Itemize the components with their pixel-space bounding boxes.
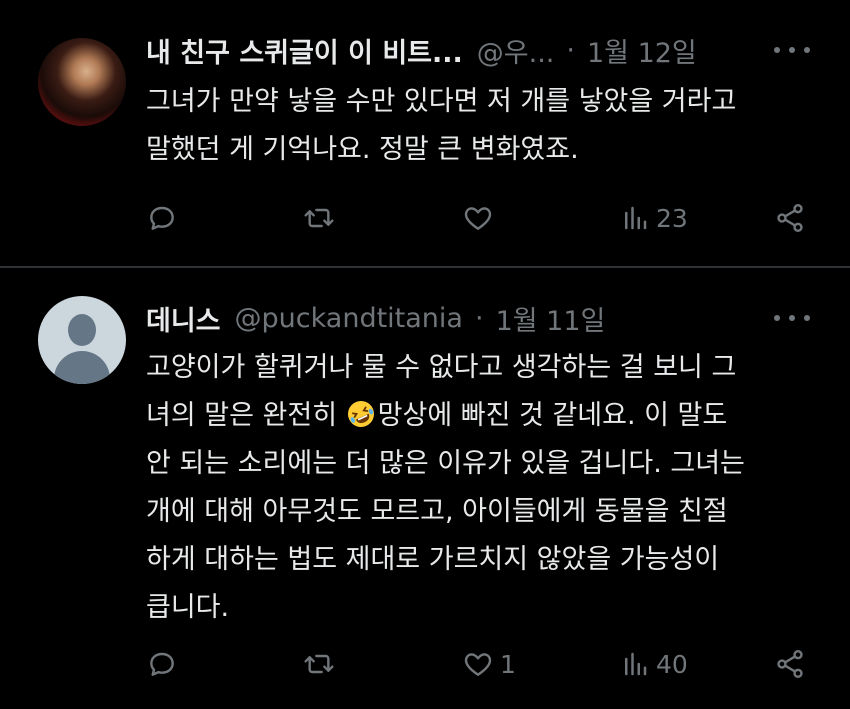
like-icon xyxy=(464,653,492,676)
reply-button[interactable] xyxy=(146,644,184,684)
rolling-on-floor-laughing-emoji xyxy=(347,401,374,427)
views-icon xyxy=(625,652,647,676)
share-icon xyxy=(777,650,803,678)
retweet-icon xyxy=(304,654,334,674)
tweet-actions: 1 40 xyxy=(146,644,814,684)
tweet-date[interactable]: 1월 11일 xyxy=(496,299,606,338)
display-name[interactable]: 데니스 xyxy=(146,299,221,338)
retweet-button[interactable] xyxy=(302,644,342,684)
views-count: 40 xyxy=(656,649,688,679)
tweet[interactable]: 데니스 @puckandtitania · 1월 11일 고양이가 할퀴거나 물… xyxy=(0,0,850,679)
like-button[interactable]: 1 xyxy=(462,644,516,684)
views-button[interactable]: 40 xyxy=(620,644,688,684)
like-count: 1 xyxy=(500,649,516,679)
share-button[interactable] xyxy=(774,644,806,684)
avatar[interactable] xyxy=(38,296,126,384)
tweet-text-part2: 망상에 빠진 것 같네요. 이 말도 안 되는 소리에는 더 많은 이유가 있을… xyxy=(146,400,745,623)
tweet-header: 데니스 @puckandtitania · 1월 11일 xyxy=(146,298,810,338)
more-icon[interactable] xyxy=(774,304,810,332)
reply-icon xyxy=(150,652,174,676)
tweet-text: 고양이가 할퀴거나 물 수 없다고 생각하는 걸 보니 그 녀의 말은 완전히 … xyxy=(146,344,826,632)
separator-dot: · xyxy=(474,302,484,334)
default-profile-icon xyxy=(38,296,126,384)
handle[interactable]: @puckandtitania xyxy=(235,303,463,334)
